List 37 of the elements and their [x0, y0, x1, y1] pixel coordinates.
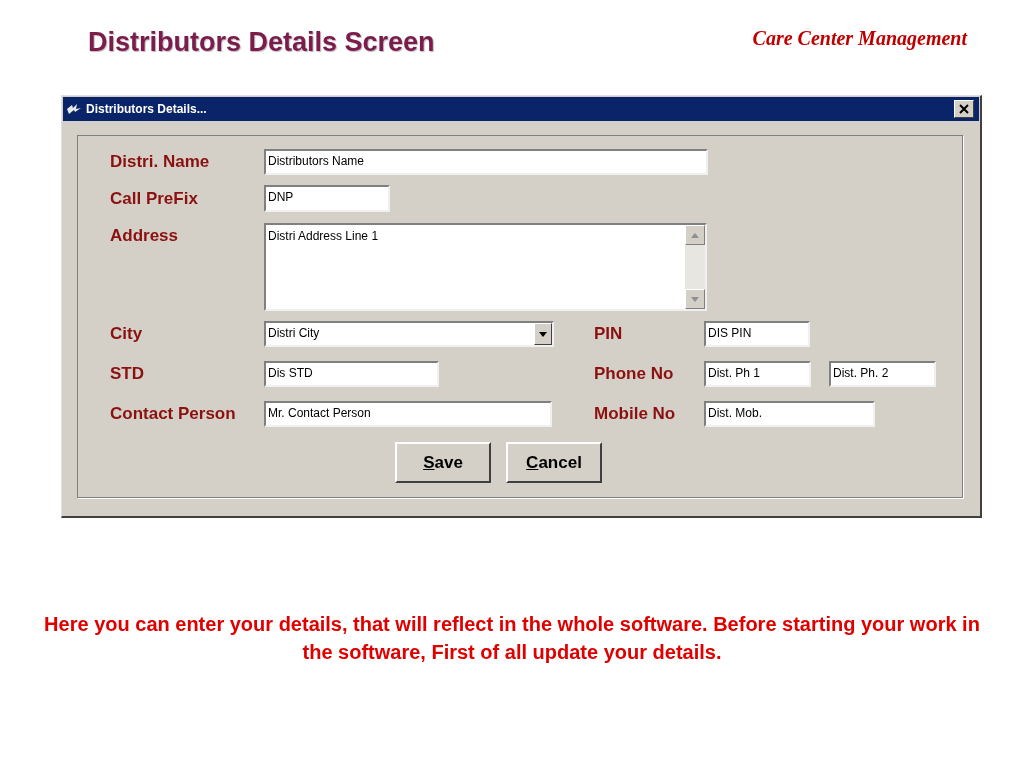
text-field[interactable]: Distributors Name — [264, 149, 708, 175]
field-label: Address — [110, 225, 180, 247]
text-field[interactable]: DIS PIN — [704, 321, 810, 347]
caption-text: Here you can enter your details, that will reflect in the whole software. Before starting your work in the software, First of all update your details. — [43, 612, 981, 665]
scroll-down-button[interactable] — [685, 289, 705, 309]
dropdown-value: Distri City — [268, 326, 320, 340]
text-field[interactable]: DNP — [264, 185, 390, 212]
scrollbar[interactable] — [685, 225, 705, 309]
field-label: Phone No — [594, 363, 675, 386]
address-text: Distri Address Line 1 — [268, 228, 379, 245]
up-arrow-icon — [691, 232, 699, 238]
field-label: Distri. Name — [110, 151, 211, 174]
scroll-up-button[interactable] — [685, 225, 705, 245]
dialog-button[interactable]: Save — [395, 442, 491, 483]
brand-text: Care Center Management — [752, 28, 967, 52]
close-icon — [959, 104, 969, 114]
field-label: Contact Person — [110, 403, 237, 426]
dropdown-arrow-icon — [539, 331, 547, 337]
dialog-button[interactable]: Cancel — [506, 442, 602, 483]
address-field[interactable]: Distri Address Line 1 — [264, 223, 707, 311]
field-label: PIN — [594, 323, 624, 346]
city-dropdown[interactable]: Distri City — [264, 321, 554, 347]
dropdown-button[interactable] — [534, 323, 552, 345]
down-arrow-icon — [691, 296, 699, 302]
app-icon — [66, 103, 82, 115]
text-field[interactable]: Dis STD — [264, 361, 439, 387]
field-label: Call PreFix — [110, 187, 199, 210]
text-field[interactable]: Dist. Ph 1 — [704, 361, 811, 387]
field-label: Mobile No — [594, 403, 677, 426]
field-label: STD — [110, 363, 145, 386]
text-field[interactable]: Dist. Mob. — [704, 401, 875, 427]
text-field[interactable]: Mr. Contact Person — [264, 401, 552, 427]
text-field[interactable]: Dist. Ph. 2 — [829, 361, 936, 387]
close-button[interactable] — [954, 100, 974, 118]
window-title: Distributors Details... — [86, 101, 207, 118]
slide-title: Distributors Details Screen — [88, 29, 435, 59]
field-label: City — [110, 323, 144, 346]
